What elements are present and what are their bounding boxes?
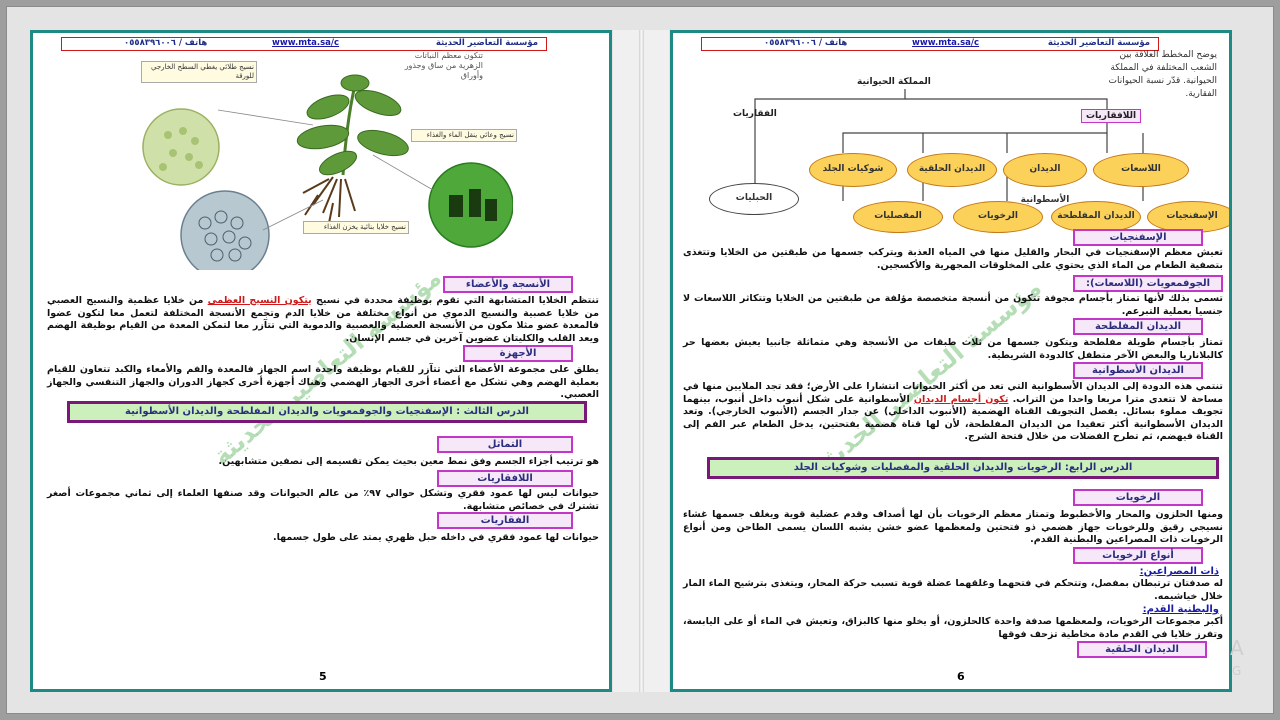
page-6: مؤسسة التعاضير الحديثة www.mta.sa/c هاتف… [670,30,1232,692]
section-text-vertebrates: حيوانات لها عمود فقري في داخله حبل ظهري … [272,532,599,543]
section-title-roundworms: الديدان الأسطوانية [1073,362,1203,379]
section-text-systems: يطلق على مجموعة الأعضاء التي تتآزر للقيا… [47,364,599,400]
text-bivalves: له صدفتان ترتبطان بمفصل، وتتحكم في فتحهم… [683,578,1223,602]
diagram-node-arthropods: المفصليات [853,201,943,233]
lesson-3-title: الدرس الثالث : الإسفنجيات والجوفمعويات و… [67,401,587,423]
diagram-node-cnidarians: اللاسعات [1093,153,1189,187]
page-5: مؤسسة التعاضير الحديثة www.mta.sa/c هاتف… [30,30,612,692]
header-org: مؤسسة التعاضير الحديثة [435,38,538,48]
section-text-mollusks: ومنها الحلزون والمحار والأخطبوط وتمتاز م… [683,509,1223,545]
section-text-roundworms: تنتمي هذه الدودة إلى الديدان الأسطوانية … [683,381,1223,444]
section-text-invertebrates: حيوانات ليس لها عمود فقري وتشكل حوالي ٩٧… [47,488,599,512]
text-gastropods: أكبر مجموعات الرخويات، ولمعظمها صدفة واح… [683,616,1223,640]
diagram-node-roundworms: الديدان الأسطوانية [1003,153,1087,205]
page-header: مؤسسة التعاضير الحديثة www.mta.sa/c هاتف… [61,37,547,51]
book-spine [613,30,669,692]
section-title-flatworms: الديدان المفلطحة [1073,318,1203,335]
section-text-sponges: تعيش معظم الإسفنجيات في البحار والقليل م… [683,247,1223,271]
section-text-tissues: تنتظم الخلايا المتشابهة التي تقوم بوظيفة… [47,295,599,345]
section-title-sponges: الإسفنجيات [1073,229,1203,246]
section-title-systems: الأجهزة [463,345,573,362]
page-number: 5 [319,670,327,683]
diagram-invertebrates-box: اللافقاريات [1081,109,1142,123]
section-title-invertebrates: اللافقاريات [437,470,573,487]
section-title-mollusks: الرخويات [1073,489,1203,506]
highlight-text: يتكون النسيج العظمي [207,295,312,306]
spine-fold [639,30,644,692]
section-title-cnidarians: الجوفمعويات (اللاسعات): [1073,275,1223,292]
subheading-gastropods: والبطنية القدم: [1142,604,1219,615]
overlay-ghost-text: A [1230,636,1244,660]
highlight-text: تكون أجسام الديدان [913,393,1009,405]
header-phone: هاتف / ٠٥٥٨٣٩٦٠٠٦ [124,38,208,48]
label-leaf-tissue: نسيج طلائي يغطي السطح الخارجي للورقة [141,61,257,83]
section-text-flatworms: تمتاز بأجسام طويلة مفلطحة ويتكون جسمها م… [683,337,1223,361]
label-root-tissue: نسيج خلايا بنائية يخزن الغذاء [303,221,409,234]
page-number: 6 [957,670,965,683]
section-title-tissues: الأنسجة والأعضاء [443,276,573,293]
label-stem-tissue: نسيج وعائي ينقل الماء والغذاء [411,129,517,142]
side-note: تتكون معظم النباتات الزهرية من ساق وجذور… [404,51,483,80]
diagram-root: المملكة الحيوانية [857,77,931,87]
section-text-symmetry: هو ترتيب أجزاء الجسم وفق نمط معين بحيث ي… [218,456,599,467]
plant-tissue-illustration [142,74,513,270]
text-part: تنتظم الخلايا المتشابهة التي تقوم بوظيفة… [311,295,599,306]
subheading-bivalves: ذات المصراعين: [1139,566,1219,577]
diagram-node-segmented-worms: الديدان الحلقية [907,153,997,187]
section-text-cnidarians: تسمى بذلك لأنها تمتاز بأجسام مجوفة تتكون… [683,293,1223,317]
diagram-node-echinoderms: شوكيات الجلد [809,153,897,187]
section-title-vertebrates: الفقاريات [437,512,573,529]
header-url[interactable]: www.mta.sa/c [272,38,339,49]
diagram-node-chordates: الحبليات [709,183,799,215]
diagram-vertebrates: الفقاريات [733,109,777,119]
section-title-segmented-worms: الديدان الحلقية [1077,641,1207,658]
lesson-4-title: الدرس الرابع: الرخويات والديدان الحلقية … [707,457,1219,479]
section-title-mollusk-types: أنواع الرخويات [1073,547,1203,564]
overlay-ghost-text-2: G [1232,664,1242,678]
section-title-symmetry: التماثل [437,436,573,453]
diagram-node-mollusks: الرخويات [953,201,1043,233]
